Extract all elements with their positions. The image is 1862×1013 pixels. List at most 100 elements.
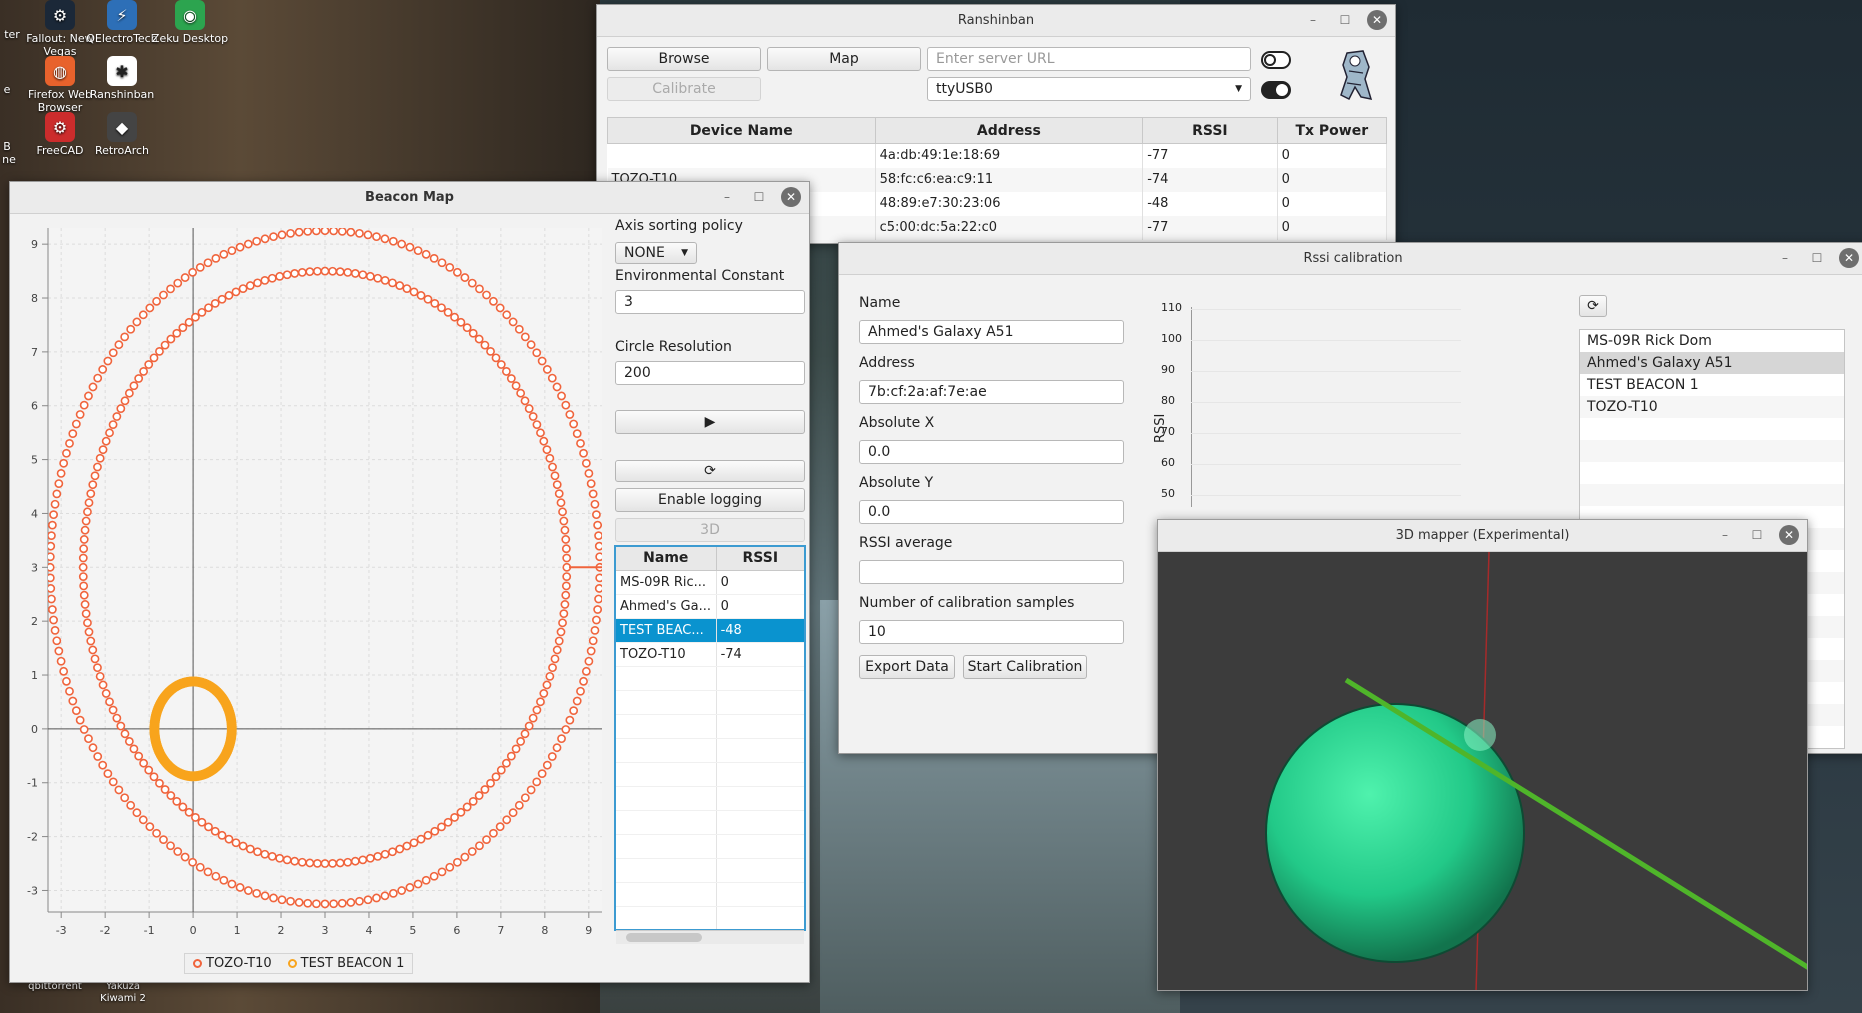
list-item[interactable]: Ahmed's Galaxy A51 <box>1580 352 1844 374</box>
data-point <box>116 404 126 413</box>
absolute-x-input[interactable]: 0.0 <box>859 440 1124 464</box>
refresh-button[interactable]: ⟳ <box>1579 295 1607 317</box>
minimize-icon[interactable]: – <box>1775 248 1795 268</box>
maximize-icon[interactable]: ☐ <box>1747 525 1767 545</box>
data-point <box>303 228 313 236</box>
column-header[interactable]: Address <box>874 117 1144 144</box>
table-cell: -77 <box>1142 143 1278 168</box>
minimize-icon[interactable]: – <box>1303 10 1323 30</box>
desktop-icon[interactable]: ◉ Zeku Desktop <box>150 0 230 45</box>
empty-cell <box>716 666 806 691</box>
circle-resolution-input[interactable]: 200 <box>615 361 805 385</box>
maximize-icon[interactable]: ☐ <box>1335 10 1355 30</box>
enable-logging-button[interactable]: Enable logging <box>615 488 805 512</box>
data-point <box>335 858 345 868</box>
minimize-icon[interactable]: – <box>1715 525 1735 545</box>
data-point <box>552 743 562 753</box>
data-point <box>520 729 530 739</box>
beacon-map-chart[interactable]: -3 -2 -1 0 1 2 3 4 5 6 7 8 9 -3 -2 -1 0 1 2 3 4 5 6 7 8 9 <box>10 214 610 944</box>
column-header[interactable]: RSSI <box>1142 117 1278 144</box>
serial-toggle[interactable] <box>1261 81 1291 99</box>
refresh-button[interactable]: ⟳ <box>615 460 805 482</box>
y-tick-label: 1 <box>31 669 38 682</box>
table-row[interactable]: 4a:db:49:1e:18:69 -77 0 <box>607 143 1388 168</box>
close-icon[interactable]: ✕ <box>781 187 801 207</box>
map-button[interactable]: Map <box>767 47 921 71</box>
3d-button[interactable]: 3D <box>615 518 805 542</box>
calibrate-button[interactable]: Calibrate <box>607 77 761 101</box>
data-point <box>75 715 85 725</box>
table-cell: Ahmed's Ga... <box>615 594 717 619</box>
samples-input[interactable]: 10 <box>859 620 1124 644</box>
data-point <box>548 462 557 472</box>
data-point <box>152 828 161 838</box>
table-row[interactable]: TEST BEAC... -48 <box>615 618 806 643</box>
data-point <box>460 273 470 282</box>
port-select[interactable]: ttyUSB0 ▼ <box>927 77 1251 101</box>
close-icon[interactable]: ✕ <box>1367 10 1387 30</box>
list-item[interactable]: TEST BEACON 1 <box>1580 374 1844 396</box>
x-tick-label: 9 <box>585 924 592 937</box>
axis-sorting-value: NONE <box>624 245 665 261</box>
close-icon[interactable]: ✕ <box>1779 525 1799 545</box>
server-toggle[interactable] <box>1261 51 1291 69</box>
beacon-table[interactable]: Name RSSI MS-09R Ric... 0 Ahmed's Ga... 0 TES… <box>614 545 806 931</box>
maximize-icon[interactable]: ☐ <box>1807 248 1827 268</box>
desktop-icon[interactable]: ◆ RetroArch <box>82 112 162 157</box>
column-header[interactable]: Name <box>614 545 717 571</box>
play-button[interactable]: ▶ <box>615 410 805 434</box>
3d-mapper-titlebar[interactable]: 3D mapper (Experimental) – ☐ ✕ <box>1158 520 1807 552</box>
data-point <box>536 428 545 438</box>
ranshinban-titlebar[interactable]: Ranshinban – ☐ ✕ <box>597 5 1395 37</box>
3d-viewport[interactable] <box>1158 552 1808 991</box>
data-point <box>343 857 353 867</box>
server-url-input[interactable]: Enter server URL <box>927 47 1251 71</box>
rssi-titlebar[interactable]: Rssi calibration – ☐ ✕ <box>839 243 1862 275</box>
minimize-icon[interactable]: – <box>717 187 737 207</box>
address-input[interactable]: 7b:cf:2a:af:7e:ae <box>859 380 1124 404</box>
y-tick-label: 9 <box>31 238 38 251</box>
data-point <box>286 228 295 238</box>
data-point <box>320 859 330 868</box>
window-title: 3D mapper (Experimental) <box>1395 528 1570 543</box>
data-point <box>132 808 142 818</box>
maximize-icon[interactable]: ☐ <box>749 187 769 207</box>
table-row[interactable]: TOZO-T10 -74 <box>615 642 806 667</box>
data-point <box>80 525 90 535</box>
env-constant-input[interactable]: 3 <box>615 290 805 314</box>
data-point <box>388 278 397 288</box>
data-point <box>48 531 56 541</box>
desktop-partial-label: ter <box>4 28 20 41</box>
export-data-button[interactable]: Export Data <box>859 655 955 679</box>
data-point <box>245 281 255 290</box>
absolute-y-input[interactable]: 0.0 <box>859 500 1124 524</box>
data-point <box>508 808 518 818</box>
data-point <box>421 875 431 885</box>
table-row[interactable]: Ahmed's Ga... 0 <box>615 594 806 619</box>
rssi-average-input[interactable] <box>859 560 1124 584</box>
samples-label: Number of calibration samples <box>859 595 1075 611</box>
table-row[interactable]: MS-09R Ric... 0 <box>615 570 806 595</box>
horizontal-scrollbar[interactable] <box>616 930 804 944</box>
close-icon[interactable]: ✕ <box>1839 248 1859 268</box>
column-header[interactable]: RSSI <box>715 545 806 571</box>
scrollbar-thumb[interactable] <box>626 933 702 942</box>
list-item[interactable]: MS-09R Rick Dom <box>1580 330 1844 352</box>
column-header[interactable]: Device Name <box>607 117 876 144</box>
data-point <box>93 663 102 673</box>
desktop-icon[interactable]: ✱ Ranshinban <box>82 56 162 101</box>
browse-button[interactable]: Browse <box>607 47 761 71</box>
data-point <box>586 646 596 656</box>
beacon-map-titlebar[interactable]: Beacon Map – ☐ ✕ <box>10 182 809 214</box>
data-point <box>226 726 237 737</box>
data-point <box>160 785 170 794</box>
name-input[interactable]: Ahmed's Galaxy A51 <box>859 320 1124 344</box>
legend-item-tozo: TOZO-T10 <box>193 956 272 971</box>
empty-list-row <box>1580 418 1844 440</box>
axis-sorting-select[interactable]: NONE ▼ <box>615 242 697 264</box>
data-point <box>305 267 315 277</box>
empty-cell <box>716 906 806 931</box>
list-item[interactable]: TOZO-T10 <box>1580 396 1844 418</box>
start-calibration-button[interactable]: Start Calibration <box>963 655 1087 679</box>
column-header[interactable]: Tx Power <box>1276 117 1388 144</box>
